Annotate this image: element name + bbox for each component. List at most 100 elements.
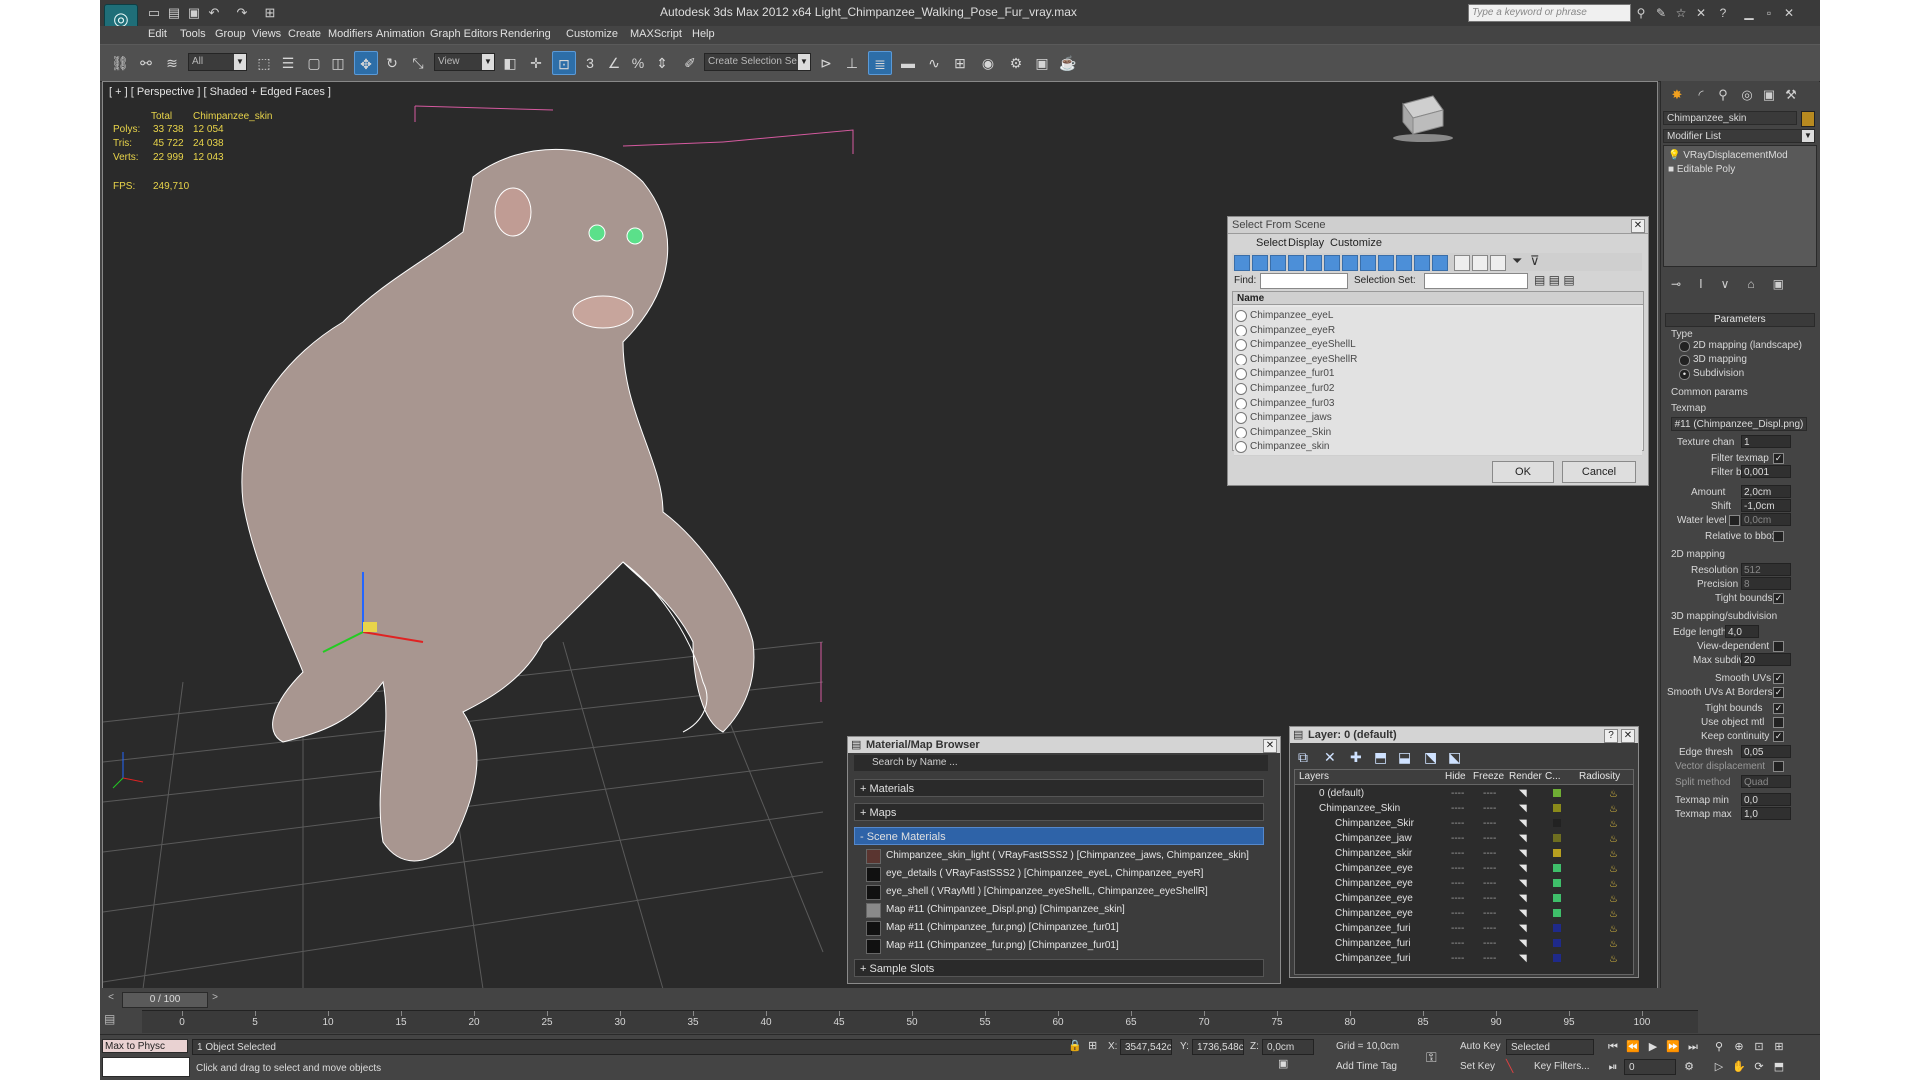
layer-freeze-toggle[interactable]: ---- [1483, 876, 1496, 891]
link-icon[interactable]: ⛓ [108, 51, 132, 75]
texmap-min-spinner[interactable]: 0,0 [1741, 793, 1791, 806]
render-teapot-icon[interactable]: ◥ [1519, 786, 1527, 801]
render-teapot-icon[interactable]: ◥ [1519, 891, 1527, 906]
binoculars-icon[interactable]: ⚲ [1632, 4, 1650, 22]
zoom-extents-all-icon[interactable]: ⊞ [1770, 1039, 1788, 1055]
layer-freeze-toggle[interactable]: ---- [1483, 831, 1496, 846]
object-color-swatch[interactable] [1801, 111, 1815, 127]
section-sample-slots[interactable]: + Sample Slots [854, 959, 1264, 977]
window-crossing-icon[interactable]: ◫ [326, 51, 350, 75]
radiosity-icon[interactable]: ♨ [1609, 892, 1619, 905]
layer-color-swatch[interactable] [1553, 939, 1561, 947]
section-scene-materials[interactable]: - Scene Materials [854, 827, 1264, 845]
layer-hide-toggle[interactable]: ---- [1451, 831, 1464, 846]
layer-freeze-toggle[interactable]: ---- [1483, 786, 1496, 801]
key-filters-button[interactable]: Key Filters... [1530, 1059, 1600, 1075]
show-end-result-icon[interactable]: Ⅰ [1699, 277, 1721, 291]
adaptive-degradation-icon[interactable]: ▣ [1278, 1057, 1292, 1071]
smooth-uvs-checkbox[interactable]: ✓ [1773, 673, 1784, 684]
layer-hide-toggle[interactable]: ---- [1451, 921, 1464, 936]
render-teapot-icon[interactable]: ◥ [1519, 921, 1527, 936]
filter-options-icon[interactable]: ⊽ [1530, 253, 1540, 269]
time-slider[interactable]: 0 / 100 [122, 992, 208, 1008]
layer-color-swatch[interactable] [1553, 849, 1561, 857]
subscription-icon[interactable]: ✎ [1652, 4, 1670, 22]
view-dependent-checkbox[interactable] [1773, 641, 1784, 652]
select-by-name-icon[interactable]: ☰ [276, 51, 300, 75]
radiosity-icon[interactable]: ♨ [1609, 787, 1619, 800]
layer-color-swatch[interactable] [1553, 894, 1561, 902]
freeze-all-layers-icon[interactable]: ⬕ [1448, 749, 1461, 766]
filter-texmap-checkbox[interactable]: ✓ [1773, 453, 1784, 464]
display-tab-icon[interactable]: ▣ [1759, 85, 1779, 105]
y-coordinate[interactable]: 1736,548c [1192, 1039, 1244, 1055]
layer-freeze-toggle[interactable]: ---- [1483, 936, 1496, 951]
mini-curve-editor-icon[interactable]: ▤ [104, 1012, 134, 1030]
display-shapes-icon[interactable] [1252, 255, 1268, 271]
add-to-layer-icon[interactable]: ✚ [1350, 749, 1362, 766]
select-manipulate-icon[interactable]: ✛ [524, 51, 548, 75]
col-hide[interactable]: Hide [1445, 771, 1466, 782]
transform-type-in-icon[interactable]: ⊞ [1088, 1039, 1102, 1053]
go-to-start-icon[interactable]: ⏮ [1604, 1039, 1622, 1055]
tight-bounds-3d-checkbox[interactable]: ✓ [1773, 703, 1784, 714]
current-frame-field[interactable]: 0 [1624, 1059, 1676, 1075]
menu-views[interactable]: Views [252, 28, 281, 40]
radiosity-icon[interactable]: ♨ [1609, 952, 1619, 965]
key-mode-toggle-icon[interactable]: ⏯ [1604, 1059, 1622, 1075]
keep-continuity-checkbox[interactable]: ✓ [1773, 731, 1784, 742]
field-of-view-icon[interactable]: ▷ [1710, 1059, 1728, 1075]
layer-color-swatch[interactable] [1553, 819, 1561, 827]
layer-hide-toggle[interactable]: ---- [1451, 786, 1464, 801]
display-none-icon[interactable] [1472, 255, 1488, 271]
menu-help[interactable]: Help [692, 28, 715, 40]
water-level-checkbox[interactable] [1729, 515, 1740, 526]
layer-freeze-toggle[interactable]: ---- [1483, 861, 1496, 876]
remove-modifier-icon[interactable]: ⌂ [1747, 277, 1772, 291]
modifier-list-dropdown[interactable]: Modifier List ▼ [1663, 129, 1815, 143]
maximize-icon[interactable]: ▫ [1760, 4, 1778, 22]
sfs-list-item[interactable]: Chimpanzee_skin [1234, 438, 1642, 457]
maximize-viewport-icon[interactable]: ⬒ [1770, 1059, 1788, 1075]
go-to-end-icon[interactable]: ⏭ [1684, 1039, 1702, 1055]
material-search-input[interactable]: Search by Name ... [854, 755, 1268, 771]
render-teapot-icon[interactable]: ◥ [1519, 831, 1527, 846]
auto-key-button[interactable]: Auto Key [1456, 1039, 1502, 1055]
radiosity-icon[interactable]: ♨ [1609, 802, 1619, 815]
key-mode-dropdown[interactable]: Selected [1506, 1039, 1594, 1055]
angle-snap-icon[interactable]: ∠ [602, 51, 626, 75]
sfs-menu-customize[interactable]: Customize [1330, 237, 1382, 249]
perspective-viewport[interactable]: [ + ] [ Perspective ] [ Shaded + Edged F… [102, 81, 1658, 990]
layer-color-swatch[interactable] [1553, 909, 1561, 917]
menu-modifiers[interactable]: Modifiers [328, 28, 373, 40]
scene-material-item[interactable]: Chimpanzee_skin_light ( VRayFastSSS2 ) [… [864, 847, 1264, 864]
menu-customize[interactable]: Customize [566, 28, 618, 40]
layer-row[interactable]: Chimpanzee_skir ---- ---- ◥ ♨ [1299, 846, 1633, 861]
hierarchy-tab-icon[interactable]: ⚲ [1713, 85, 1733, 105]
layer-row[interactable]: Chimpanzee_furi ---- ---- ◥ ♨ [1299, 936, 1633, 951]
lock-selection-icon[interactable]: 🔒 [1068, 1039, 1082, 1053]
display-frozen-icon[interactable] [1414, 255, 1430, 271]
highlight-layer-icon[interactable]: ⬓ [1398, 749, 1411, 766]
display-lights-icon[interactable] [1270, 255, 1286, 271]
col-layers[interactable]: Layers [1299, 771, 1329, 782]
select-in-layer-icon[interactable]: ⬒ [1374, 749, 1387, 766]
search-input[interactable]: Type a keyword or phrase [1468, 4, 1631, 22]
render-teapot-icon[interactable]: ◥ [1519, 906, 1527, 921]
maxscript-listener[interactable]: Max to Physc [102, 1039, 188, 1053]
create-tab-icon[interactable]: ✸ [1667, 85, 1687, 105]
col-freeze[interactable]: Freeze [1473, 771, 1504, 782]
layer-row[interactable]: 0 (default) ---- ---- ◥ ♨ [1299, 786, 1633, 801]
radio-subdivision[interactable]: • [1679, 369, 1690, 380]
find-input[interactable] [1260, 273, 1348, 289]
water-level-spinner[interactable]: 0,0cm [1741, 513, 1791, 526]
use-object-mtl-checkbox[interactable] [1773, 717, 1784, 728]
keyboard-shortcut-toggle-icon[interactable]: ⊡ [552, 51, 576, 75]
scene-material-item[interactable]: eye_details ( VRayFastSSS2 ) [Chimpanzee… [864, 865, 1264, 882]
zoom-icon[interactable]: ⚲ [1710, 1039, 1728, 1055]
radiosity-icon[interactable]: ♨ [1609, 817, 1619, 830]
layer-hide-toggle[interactable]: ---- [1451, 816, 1464, 831]
set-key-button[interactable]: Set Key [1456, 1059, 1502, 1075]
radiosity-icon[interactable]: ♨ [1609, 937, 1619, 950]
layer-hide-toggle[interactable]: ---- [1451, 891, 1464, 906]
